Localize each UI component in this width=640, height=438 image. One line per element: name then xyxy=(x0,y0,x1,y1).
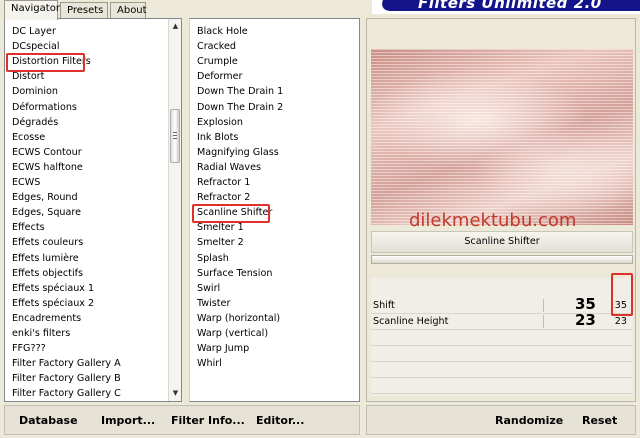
tab-presets[interactable]: Presets xyxy=(60,2,108,19)
scroll-down-icon[interactable]: ▼ xyxy=(171,389,180,398)
import-button[interactable]: Import... xyxy=(101,414,155,427)
list-item[interactable]: DC Layer xyxy=(12,25,56,39)
scroll-thumb[interactable] xyxy=(170,109,180,163)
reset-button[interactable]: Reset xyxy=(582,414,617,427)
list-item[interactable]: Magnifying Glass xyxy=(197,146,279,160)
list-item[interactable]: Deformer xyxy=(197,70,243,84)
list-item[interactable]: Effets objectifs xyxy=(12,267,83,281)
param-annotation: 23 xyxy=(575,311,596,329)
bottom-toolbar-left: Database Import... Filter Info... Editor… xyxy=(4,405,360,435)
editor-button[interactable]: Editor... xyxy=(256,414,304,427)
list-item[interactable]: Refractor 2 xyxy=(197,191,250,205)
list-item[interactable]: ECWS Contour xyxy=(12,146,82,160)
database-button[interactable]: Database xyxy=(19,414,78,427)
list-item[interactable]: Radial Waves xyxy=(197,161,261,175)
list-item[interactable]: ECWS xyxy=(12,176,40,190)
watermark-text: dilekmektubu.com xyxy=(409,210,577,231)
list-item[interactable]: Ecosse xyxy=(12,131,45,145)
list-item[interactable]: Down The Drain 1 xyxy=(197,85,283,99)
list-item[interactable]: Distort xyxy=(12,70,44,84)
param-label: Scanline Height xyxy=(373,316,449,327)
highlight-param-values xyxy=(611,273,633,316)
list-item[interactable]: Smelter 1 xyxy=(197,221,244,235)
list-item[interactable]: Cracked xyxy=(197,40,236,54)
list-item[interactable]: Warp (horizontal) xyxy=(197,312,280,326)
list-item[interactable]: Warp (vertical) xyxy=(197,327,268,341)
list-item[interactable]: FFG??? xyxy=(12,342,46,356)
tab-navigator[interactable]: Navigator xyxy=(4,0,60,20)
list-item[interactable]: Edges, Square xyxy=(12,206,81,220)
tab-about[interactable]: About xyxy=(110,2,147,19)
list-item[interactable]: Edges, Round xyxy=(12,191,78,205)
list-item[interactable]: Refractor 1 xyxy=(197,176,250,190)
list-item[interactable]: Dégradés xyxy=(12,116,58,130)
list-item[interactable]: Explosion xyxy=(197,116,243,130)
filter-title: Scanline Shifter xyxy=(371,231,633,253)
preview-panel: dilekmektubu.com Scanline Shifter Shift … xyxy=(366,18,636,402)
preview-image xyxy=(371,49,633,225)
highlight-selected-category xyxy=(6,53,85,72)
list-item[interactable]: Déformations xyxy=(12,101,77,115)
list-item[interactable]: Whirl xyxy=(197,357,222,371)
param-label: Shift xyxy=(373,300,395,311)
list-item[interactable]: Effets couleurs xyxy=(12,236,83,250)
list-item[interactable]: enki's filters xyxy=(12,327,70,341)
list-item[interactable]: Black Hole xyxy=(197,25,248,39)
list-item[interactable]: Surface Tension xyxy=(197,267,272,281)
filter-info-button[interactable]: Filter Info... xyxy=(171,414,245,427)
list-item[interactable]: Encadrements xyxy=(12,312,81,326)
list-item[interactable]: ECWS halftone xyxy=(12,161,83,175)
list-item[interactable]: Effets lumière xyxy=(12,252,79,266)
list-item[interactable]: Effects xyxy=(12,221,45,235)
list-item[interactable]: Twister xyxy=(197,297,230,311)
scroll-up-icon[interactable]: ▲ xyxy=(171,22,180,31)
list-item[interactable]: Ink Blots xyxy=(197,131,238,145)
param-value[interactable]: 23 xyxy=(615,316,627,327)
list-item[interactable]: Effets spéciaux 2 xyxy=(12,297,94,311)
list-item[interactable]: Filter Factory Gallery B xyxy=(12,372,121,386)
list-item[interactable]: Smelter 2 xyxy=(197,236,244,250)
list-item[interactable]: Swirl xyxy=(197,282,220,296)
list-item[interactable]: Filter Factory Gallery A xyxy=(12,357,121,371)
category-list[interactable]: DC Layer DCspecial Distortion Filters Disto… xyxy=(4,18,182,402)
list-item[interactable]: Crumple xyxy=(197,55,238,69)
list-item[interactable]: Down The Drain 2 xyxy=(197,101,283,115)
category-scrollbar[interactable]: ▲ ▼ xyxy=(168,19,181,401)
banner-title: Filters Unlimited 2.0 xyxy=(418,0,602,12)
list-item[interactable]: Effets spéciaux 1 xyxy=(12,282,94,296)
progress-bar xyxy=(371,255,633,264)
param-row-scanline-height[interactable]: Scanline Height 23 23 xyxy=(371,311,633,330)
list-item[interactable]: Warp Jump xyxy=(197,342,249,356)
list-item[interactable]: DCspecial xyxy=(12,40,60,54)
parameter-area: Shift 35 35 Scanline Height 23 23 xyxy=(371,278,633,396)
randomize-button[interactable]: Randomize xyxy=(495,414,563,427)
app-banner: Filters Unlimited 2.0 xyxy=(372,0,640,14)
list-item[interactable]: Filter Factory Gallery C xyxy=(12,387,121,401)
list-item[interactable]: Splash xyxy=(197,252,229,266)
list-item[interactable]: Dominion xyxy=(12,85,58,99)
highlight-selected-filter xyxy=(192,204,270,223)
bottom-toolbar-right: Randomize Reset xyxy=(366,405,636,435)
